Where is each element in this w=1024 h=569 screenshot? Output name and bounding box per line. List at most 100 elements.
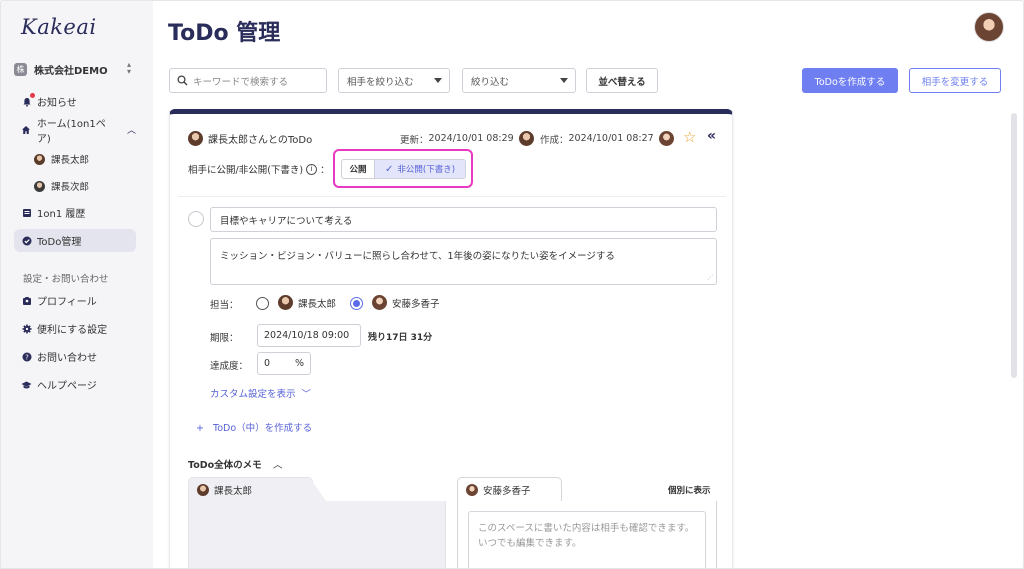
sidebar: Kakeai 株 株式会社DEMO ▴ ▾ お知らせ ホーム(1on1ペア) ︿ … <box>1 1 153 568</box>
memo-title-label: ToDo全体のメモ <box>188 460 262 471</box>
due-date-input[interactable]: 2024/10/18 09:00 <box>257 324 361 347</box>
assignee-radio-ando[interactable] <box>350 297 363 310</box>
sort-button[interactable]: 並べ替える <box>586 68 658 93</box>
page-title: ToDo 管理 <box>168 21 281 46</box>
show-individual-link[interactable]: 個別に表示 <box>668 484 711 496</box>
memo-tab-label: 安藤多香子 <box>483 486 531 497</box>
sidebar-item-notifications[interactable]: お知らせ <box>14 90 136 113</box>
app-window: Kakeai 株 株式会社DEMO ▴ ▾ お知らせ ホーム(1on1ペア) ︿ … <box>0 0 1024 569</box>
memo-panel-ando: このスペースに書いた内容は相手も確認できます。いつでも編集できます。 <box>457 501 717 568</box>
created-label: 作成： <box>540 134 569 146</box>
app-logo[interactable]: Kakeai <box>21 15 97 39</box>
todo-card: 課長太郎さんとのToDo 更新： 2024/10/01 08:29 作成： 20… <box>169 109 733 568</box>
home-icon <box>21 124 32 135</box>
check-icon: ✓ <box>384 163 394 175</box>
visibility-public-option[interactable]: 公開 <box>342 160 375 178</box>
avatar <box>372 295 387 310</box>
filter-dropdown[interactable]: 絞り込む <box>462 68 576 93</box>
avatar <box>518 131 534 146</box>
created-date: 2024/10/01 08:27 <box>568 133 654 144</box>
user-avatar[interactable] <box>974 12 1004 42</box>
memo-tab-ando[interactable]: 安藤多香子 <box>457 477 562 502</box>
sidebar-item-help[interactable]: ヘルプページ <box>14 373 136 396</box>
bell-icon <box>21 93 35 107</box>
svg-text:?: ? <box>25 353 29 361</box>
sidebar-item-label: ToDo管理 <box>37 237 82 248</box>
sidebar-subitem-kacho-taro[interactable]: 課長太郎 <box>34 152 89 166</box>
assignee-option-ando[interactable]: 安藤多香子 <box>372 295 440 310</box>
divider <box>178 196 726 197</box>
sidebar-item-label: プロフィール <box>37 297 97 308</box>
create-todo-button[interactable]: ToDoを作成する <box>802 68 898 93</box>
assignee-radio-taro[interactable] <box>256 297 269 310</box>
add-sub-todo-link[interactable]: + ToDo（中）を作成する <box>196 420 312 434</box>
avatar <box>188 131 203 146</box>
sidebar-item-label: お知らせ <box>37 98 77 109</box>
avatar <box>278 295 293 310</box>
avatar <box>466 484 478 496</box>
sidebar-item-home[interactable]: ホーム(1on1ペア) ︿ <box>14 118 136 145</box>
percent-unit: % <box>294 358 304 369</box>
card-owner: 課長太郎さんとのToDo <box>188 131 312 146</box>
tab-slope <box>309 477 327 502</box>
history-icon <box>21 207 32 218</box>
org-name: 株式会社DEMO <box>34 66 108 77</box>
visibility-private-option[interactable]: ✓ 非公開(下書き) <box>375 160 465 178</box>
dropdown-label: 相手を絞り込む <box>347 76 414 88</box>
custom-settings-label: カスタム設定を表示 <box>210 389 296 400</box>
avatar <box>658 131 674 146</box>
sidebar-item-profile[interactable]: プロフィール <box>14 289 136 312</box>
info-icon[interactable]: i <box>306 163 318 175</box>
change-partner-button[interactable]: 相手を変更する <box>909 68 1001 93</box>
sidebar-subitem-label: 課長太郎 <box>51 155 90 166</box>
partner-filter-dropdown[interactable]: 相手を絞り込む <box>338 68 450 93</box>
sidebar-item-label: 1on1 履歴 <box>37 209 86 220</box>
sidebar-item-settings[interactable]: 便利にする設定 <box>14 317 136 340</box>
collapse-icon[interactable]: « <box>707 128 716 144</box>
visibility-toggle[interactable]: 公開 ✓ 非公開(下書き) <box>341 159 466 179</box>
scrollbar[interactable] <box>1011 113 1017 378</box>
add-sub-todo-label: ToDo（中）を作成する <box>213 423 313 434</box>
check-circle-icon <box>21 235 32 246</box>
memo-panel-taro <box>188 501 446 568</box>
org-switcher[interactable]: 株 株式会社DEMO ▴ ▾ <box>14 60 139 77</box>
caret-down-icon <box>434 78 442 83</box>
updated-meta: 更新： 2024/10/01 08:29 <box>400 131 534 146</box>
custom-settings-link[interactable]: カスタム設定を表示 ﹀ <box>210 386 311 400</box>
progress-label: 達成度： <box>210 361 249 372</box>
search-input[interactable]: キーワードで検索する <box>169 68 327 93</box>
card-owner-label: 課長太郎さんとのToDo <box>208 135 313 146</box>
avatar <box>197 484 209 496</box>
due-label: 期限： <box>210 333 239 344</box>
sidebar-item-todo[interactable]: ToDo管理 <box>14 229 136 252</box>
updated-label: 更新： <box>400 134 429 146</box>
assignee-option-taro[interactable]: 課長太郎 <box>278 295 336 310</box>
updated-date: 2024/10/01 08:29 <box>428 133 514 144</box>
sidebar-item-contact[interactable]: ? お問い合わせ <box>14 345 136 368</box>
progress-value: 0 <box>264 358 271 369</box>
chevron-down-icon: ﹀ <box>301 389 312 400</box>
visibility-highlight: 公開 ✓ 非公開(下書き) <box>333 149 473 188</box>
todo-title-input[interactable]: 目標やキャリアについて考える <box>210 207 717 232</box>
visibility-text: 相手に公開/非公開(下書き) <box>188 165 304 176</box>
updown-icon: ▴ ▾ <box>126 60 131 76</box>
dropdown-label: 絞り込む <box>471 76 510 88</box>
progress-input[interactable]: 0 % <box>257 352 311 375</box>
todo-description-textarea[interactable]: ミッション・ビジョン・バリューに照らし合わせて、1年後の姿になりたい姿をイメージ… <box>210 238 717 285</box>
assignee-name: 課長太郎 <box>298 298 337 310</box>
memo-tab-taro[interactable]: 課長太郎 <box>188 477 313 502</box>
complete-checkbox[interactable] <box>188 211 204 227</box>
notification-dot <box>30 93 35 98</box>
resize-handle-icon[interactable]: ⋰ <box>707 274 713 281</box>
assignee-name: 安藤多香子 <box>392 298 440 310</box>
sidebar-item-history[interactable]: 1on1 履歴 <box>14 201 136 224</box>
star-icon[interactable]: ☆ <box>683 128 696 146</box>
memo-textarea[interactable]: このスペースに書いた内容は相手も確認できます。いつでも編集できます。 <box>468 511 706 568</box>
visibility-private-label: 非公開(下書き) <box>397 165 456 175</box>
todo-description-text: ミッション・ビジョン・バリューに照らし合わせて、1年後の姿になりたい姿をイメージ… <box>220 251 615 262</box>
avatar <box>34 153 45 165</box>
search-placeholder: キーワードで検索する <box>193 76 289 88</box>
memo-section-title[interactable]: ToDo全体のメモ ︿ <box>188 457 283 471</box>
sidebar-subitem-kacho-jiro[interactable]: 課長次郎 <box>34 179 89 193</box>
sidebar-item-label: お問い合わせ <box>37 353 97 364</box>
